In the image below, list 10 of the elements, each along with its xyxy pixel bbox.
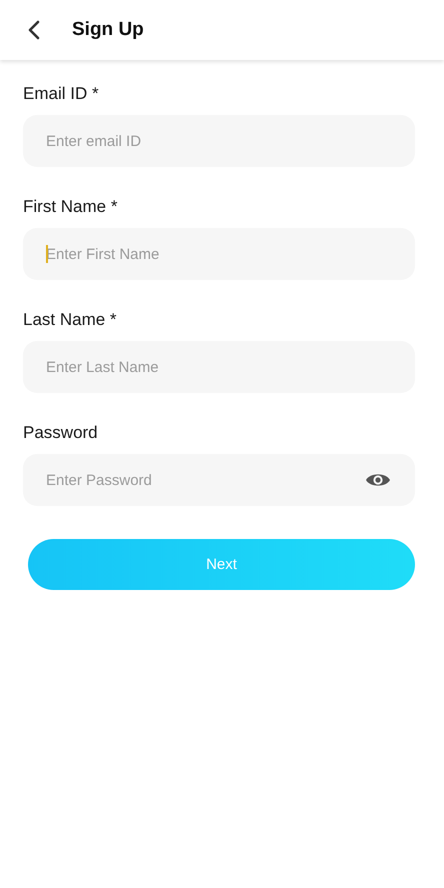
field-label: Email ID *	[23, 84, 100, 104]
input-field[interactable]: Enter Last Name	[23, 341, 415, 393]
page-title: Sign Up	[72, 19, 144, 41]
input-field[interactable]: Enter Password	[23, 454, 415, 506]
next-button[interactable]: Next	[28, 539, 415, 590]
input-field[interactable]: Enter email ID	[23, 115, 415, 167]
field-label: Last Name *	[23, 310, 118, 330]
field-label: Password	[23, 423, 99, 443]
field-label: First Name *	[23, 197, 118, 217]
back-icon[interactable]	[26, 20, 42, 40]
